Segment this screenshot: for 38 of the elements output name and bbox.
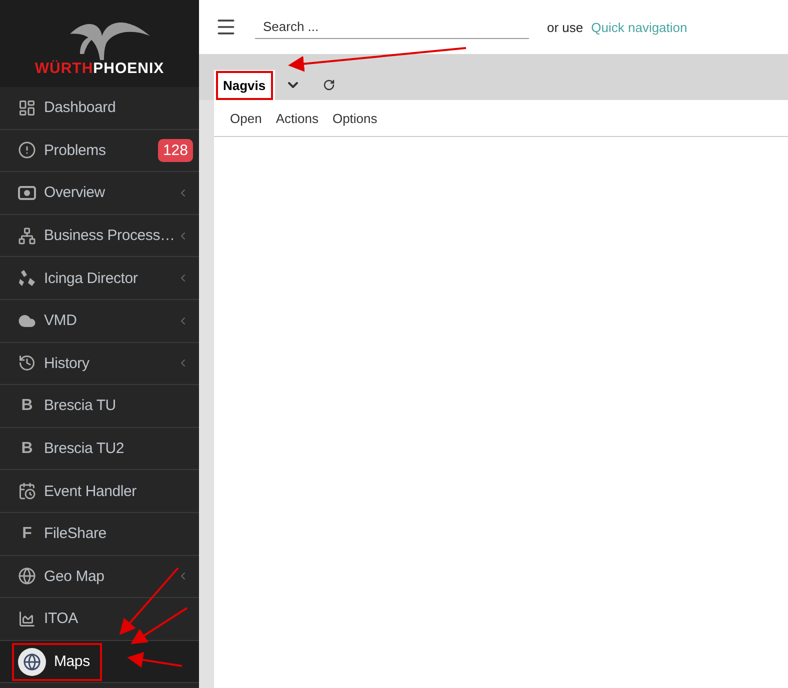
history-icon	[18, 354, 36, 372]
count-badge: 128	[158, 138, 193, 162]
annotation-arrow	[127, 652, 182, 668]
tab[interactable]: Nagvis	[216, 70, 273, 100]
action-link[interactable]: Options	[332, 110, 378, 126]
sidebar-label: Brescia TU	[44, 397, 116, 414]
logo-text: PHOENIX	[93, 60, 164, 77]
sidebar-label: Brescia TU2	[44, 440, 124, 458]
sidebar-label: Maps	[54, 653, 90, 670]
globe-icon	[18, 567, 36, 586]
sidebar-label: ITOA	[44, 610, 78, 628]
sidebar-label: FileShare	[44, 525, 106, 542]
or-text: or use	[547, 20, 584, 34]
sidebar-label: History	[44, 354, 90, 372]
hierarchy-icon	[18, 226, 36, 245]
action-link[interactable]: Open	[230, 110, 262, 126]
shapes-icon	[18, 270, 36, 286]
sidebar-item[interactable]: Maps	[0, 640, 199, 684]
eye-icon	[18, 186, 36, 200]
sidebar-label: Dashboard	[44, 99, 116, 116]
calendar-icon	[18, 482, 36, 500]
action-link[interactable]: Actions	[276, 110, 318, 126]
sidebar-label: Business Process…	[44, 227, 175, 244]
refresh-icon[interactable]	[322, 79, 335, 91]
sidebar-label: Icinga Director	[44, 270, 138, 287]
letter-icon: B	[18, 396, 36, 415]
dashboard-icon	[18, 98, 36, 117]
letter-icon: B	[18, 440, 36, 458]
sidebar-item[interactable]: Problems 128	[0, 130, 199, 172]
chart-icon	[18, 610, 36, 628]
letter-icon: F	[18, 524, 36, 543]
alert-icon	[18, 141, 36, 160]
sidebar-label: Problems	[44, 142, 106, 159]
sidebar-label: Event Handler	[44, 482, 136, 500]
logo-text: WÜRTH	[34, 60, 94, 77]
sidebar-label: Overview	[44, 184, 105, 202]
sidebar-label: VMD	[44, 312, 77, 330]
sidebar-label: Geo Map	[44, 568, 104, 585]
